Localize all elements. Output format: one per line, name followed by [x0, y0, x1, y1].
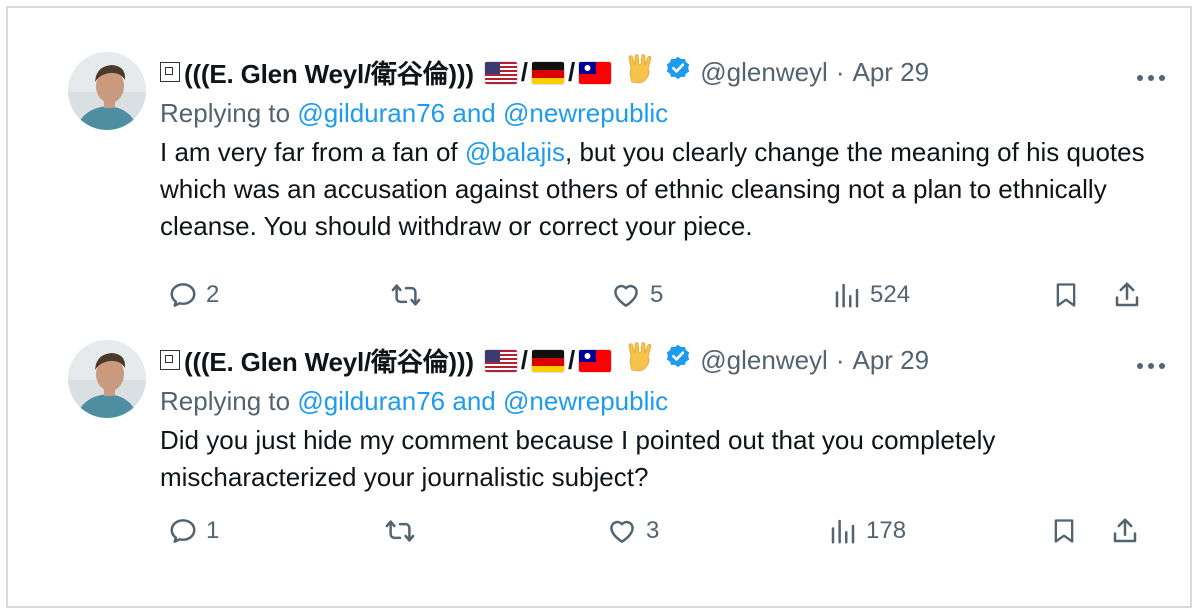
- germany-flag-icon: [531, 60, 566, 85]
- display-name[interactable]: (((E. Glen Weyl/衛谷倫))): [184, 54, 474, 91]
- like-button[interactable]: 3: [606, 516, 659, 546]
- reply-mention-link[interactable]: @gilduran76: [297, 98, 445, 128]
- more-options-icon[interactable]: [1136, 346, 1166, 377]
- unknown-glyph-icon: [160, 350, 180, 370]
- like-count: 3: [646, 517, 660, 544]
- verified-badge-icon[interactable]: [664, 343, 692, 378]
- like-button[interactable]: 5: [610, 280, 663, 310]
- separator: ·: [835, 344, 845, 375]
- flag-separator: /: [568, 344, 576, 375]
- tweet-content: (((E. Glen Weyl/衛谷倫))) / / @glenweyl · A…: [160, 50, 1165, 245]
- reply-button[interactable]: 1: [168, 516, 219, 546]
- reply-count: 2: [206, 281, 220, 308]
- tweet-header: (((E. Glen Weyl/衛谷倫))) / / @glenweyl · A…: [160, 338, 1165, 382]
- views-count: 178: [866, 517, 907, 544]
- handle[interactable]: @glenweyl: [700, 57, 828, 88]
- timestamp[interactable]: Apr 29: [853, 345, 930, 376]
- unknown-glyph-icon: [160, 62, 180, 82]
- avatar[interactable]: [68, 340, 146, 418]
- replying-label: Replying to: [160, 386, 291, 416]
- share-button[interactable]: [1110, 516, 1140, 546]
- retweet-button[interactable]: [390, 280, 430, 310]
- flags: / /: [483, 56, 613, 88]
- views-count: 524: [870, 281, 911, 308]
- like-count: 5: [650, 281, 664, 308]
- display-name[interactable]: (((E. Glen Weyl/衛谷倫))): [184, 342, 474, 379]
- bookmark-button[interactable]: [1052, 280, 1080, 310]
- us-flag-icon: [483, 348, 518, 373]
- flag-separator: /: [520, 56, 529, 87]
- reply-count: 1: [206, 517, 220, 544]
- replying-to: Replying to @gilduran76 and @newrepublic: [160, 94, 1150, 132]
- reply-mention-link[interactable]: @gilduran76: [297, 386, 445, 416]
- retweet-button[interactable]: [384, 516, 424, 546]
- tweet-header: (((E. Glen Weyl/衛谷倫))) / / @glenweyl · A…: [160, 50, 1165, 94]
- tweet-text-part: I am very far from a fan of: [160, 137, 465, 167]
- reply-button[interactable]: 2: [168, 280, 219, 310]
- verified-badge-icon[interactable]: [664, 55, 692, 90]
- bookmark-button[interactable]: [1050, 516, 1078, 546]
- views-button[interactable]: 178: [828, 516, 906, 546]
- flag-separator: /: [520, 344, 529, 375]
- us-flag-icon: [483, 60, 518, 85]
- reply-mention-link[interactable]: @newrepublic: [503, 98, 668, 128]
- timestamp[interactable]: Apr 29: [853, 57, 930, 88]
- tweet-text: Did you just hide my comment because I p…: [160, 422, 1150, 496]
- separator: ·: [835, 56, 845, 87]
- germany-flag-icon: [531, 348, 566, 373]
- vulcan-salute-icon: [626, 341, 654, 379]
- replying-to: Replying to @gilduran76 and @newrepublic: [160, 382, 1150, 420]
- action-bar: 2 5 524: [160, 280, 1150, 316]
- flags: / /: [483, 344, 613, 376]
- handle[interactable]: @glenweyl: [700, 345, 828, 376]
- taiwan-flag-icon: [578, 60, 613, 85]
- more-options-icon[interactable]: [1136, 58, 1166, 89]
- mention-link[interactable]: @balajis: [465, 137, 565, 167]
- replying-label: Replying to: [160, 98, 291, 128]
- tweet-text-part: Did you just hide my comment because I p…: [160, 425, 996, 492]
- taiwan-flag-icon: [578, 348, 613, 373]
- avatar[interactable]: [68, 52, 146, 130]
- reply-and: and: [452, 98, 496, 128]
- reply-mention-link[interactable]: @newrepublic: [503, 386, 668, 416]
- action-bar: 1 3 178: [160, 516, 1150, 552]
- tweet-content: (((E. Glen Weyl/衛谷倫))) / / @glenweyl · A…: [160, 338, 1165, 496]
- screenshot-frame: (((E. Glen Weyl/衛谷倫))) / / @glenweyl · A…: [6, 6, 1192, 608]
- vulcan-salute-icon: [626, 53, 654, 91]
- reply-and: and: [452, 386, 496, 416]
- flag-separator: /: [568, 56, 576, 87]
- views-button[interactable]: 524: [832, 280, 910, 310]
- share-button[interactable]: [1112, 280, 1142, 310]
- tweet-text: I am very far from a fan of @balajis, bu…: [160, 134, 1150, 245]
